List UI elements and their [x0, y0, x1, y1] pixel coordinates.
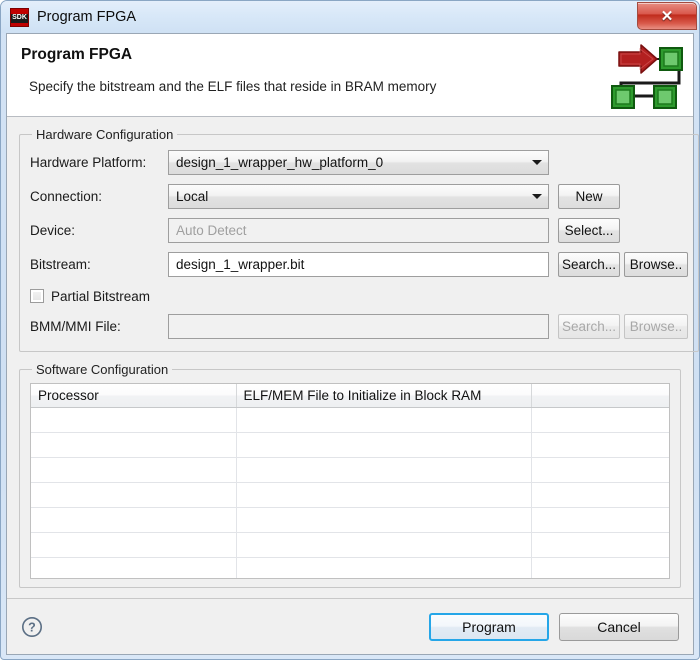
cell-elf-mem-file — [236, 408, 531, 433]
bitstream-search-button[interactable]: Search... — [558, 252, 620, 277]
connection-dropdown[interactable]: Local — [168, 184, 549, 209]
table-row[interactable] — [31, 458, 669, 483]
table-row[interactable] — [31, 558, 669, 580]
dialog-body: Program FPGA Specify the bitstream and t… — [6, 33, 694, 655]
page-title: Program FPGA — [21, 46, 132, 64]
page-description: Specify the bitstream and the ELF files … — [29, 79, 436, 94]
table-header-row: Processor ELF/MEM File to Initialize in … — [31, 384, 669, 408]
cell-elf-mem-file — [236, 508, 531, 533]
new-connection-button[interactable]: New — [558, 184, 620, 209]
cell-processor — [31, 508, 236, 533]
cell-elf-mem-file — [236, 433, 531, 458]
cancel-button[interactable]: Cancel — [559, 613, 679, 641]
bitstream-browse-button[interactable]: Browse.. — [624, 252, 688, 277]
fpga-program-flow-icon — [611, 40, 683, 110]
column-header-processor[interactable]: Processor — [31, 384, 236, 408]
partial-bitstream-checkbox[interactable] — [30, 289, 44, 303]
dialog-footer: ? Program Cancel — [7, 598, 693, 654]
program-button[interactable]: Program — [429, 613, 549, 641]
column-header-extra[interactable] — [531, 384, 669, 408]
hardware-platform-value: design_1_wrapper_hw_platform_0 — [169, 155, 383, 170]
cell-extra — [531, 483, 669, 508]
bitstream-input[interactable]: design_1_wrapper.bit — [168, 252, 549, 277]
partial-bitstream-row: Partial Bitstream — [30, 284, 688, 308]
bitstream-label: Bitstream: — [30, 257, 168, 272]
software-configuration-table: Processor ELF/MEM File to Initialize in … — [31, 384, 669, 579]
partial-bitstream-label: Partial Bitstream — [51, 289, 150, 304]
sdk-app-icon: SDK — [10, 8, 29, 27]
bmm-mmi-search-button: Search... — [558, 314, 620, 339]
software-configuration-legend: Software Configuration — [32, 362, 172, 377]
close-icon: ✕ — [661, 7, 674, 25]
cell-extra — [531, 458, 669, 483]
program-fpga-dialog-window: SDK Program FPGA ✕ Program FPGA Specify … — [0, 0, 700, 660]
bitstream-row: Bitstream: design_1_wrapper.bit Search..… — [30, 250, 688, 279]
cell-processor — [31, 483, 236, 508]
device-row: Device: Auto Detect Select... — [30, 216, 688, 245]
column-header-elf-mem-file[interactable]: ELF/MEM File to Initialize in Block RAM — [236, 384, 531, 408]
title-bar: SDK Program FPGA ✕ — [1, 1, 699, 33]
connection-label: Connection: — [30, 189, 168, 204]
hardware-configuration-legend: Hardware Configuration — [32, 127, 177, 142]
cell-extra — [531, 558, 669, 580]
bmm-mmi-browse-button: Browse.. — [624, 314, 688, 339]
window-title: Program FPGA — [37, 9, 136, 25]
hardware-platform-dropdown[interactable]: design_1_wrapper_hw_platform_0 — [168, 150, 549, 175]
table-body — [31, 408, 669, 580]
hardware-platform-row: Hardware Platform: design_1_wrapper_hw_p… — [30, 148, 688, 177]
chevron-down-icon[interactable] — [526, 185, 548, 208]
cell-processor — [31, 408, 236, 433]
table-row[interactable] — [31, 508, 669, 533]
bmm-mmi-label: BMM/MMI File: — [30, 319, 168, 334]
connection-value: Local — [169, 189, 208, 204]
hardware-platform-label: Hardware Platform: — [30, 155, 168, 170]
close-button[interactable]: ✕ — [637, 2, 697, 30]
help-circle-icon[interactable]: ? — [21, 616, 43, 638]
table-row[interactable] — [31, 408, 669, 433]
table-row[interactable] — [31, 433, 669, 458]
cell-processor — [31, 433, 236, 458]
cell-elf-mem-file — [236, 458, 531, 483]
connection-row: Connection: Local New — [30, 182, 688, 211]
device-label: Device: — [30, 223, 168, 238]
cell-extra — [531, 408, 669, 433]
bmm-mmi-row: BMM/MMI File: Search... Browse.. — [30, 312, 688, 341]
cell-processor — [31, 558, 236, 580]
svg-text:?: ? — [28, 620, 36, 634]
device-select-button[interactable]: Select... — [558, 218, 620, 243]
sdk-app-icon-text: SDK — [11, 13, 28, 23]
cell-processor — [31, 458, 236, 483]
software-configuration-table-wrap[interactable]: Processor ELF/MEM File to Initialize in … — [30, 383, 670, 579]
cell-elf-mem-file — [236, 558, 531, 580]
dialog-header: Program FPGA Specify the bitstream and t… — [7, 34, 693, 117]
bmm-mmi-input — [168, 314, 549, 339]
device-input[interactable]: Auto Detect — [168, 218, 549, 243]
cell-extra — [531, 508, 669, 533]
hardware-configuration-group: Hardware Configuration Hardware Platform… — [19, 127, 699, 352]
dialog-content: Hardware Configuration Hardware Platform… — [7, 117, 693, 598]
cell-elf-mem-file — [236, 533, 531, 558]
cell-processor — [31, 533, 236, 558]
cell-extra — [531, 433, 669, 458]
chevron-down-icon[interactable] — [526, 151, 548, 174]
software-configuration-group: Software Configuration Processor ELF/MEM… — [19, 362, 681, 588]
table-row[interactable] — [31, 533, 669, 558]
table-row[interactable] — [31, 483, 669, 508]
cell-elf-mem-file — [236, 483, 531, 508]
cell-extra — [531, 533, 669, 558]
